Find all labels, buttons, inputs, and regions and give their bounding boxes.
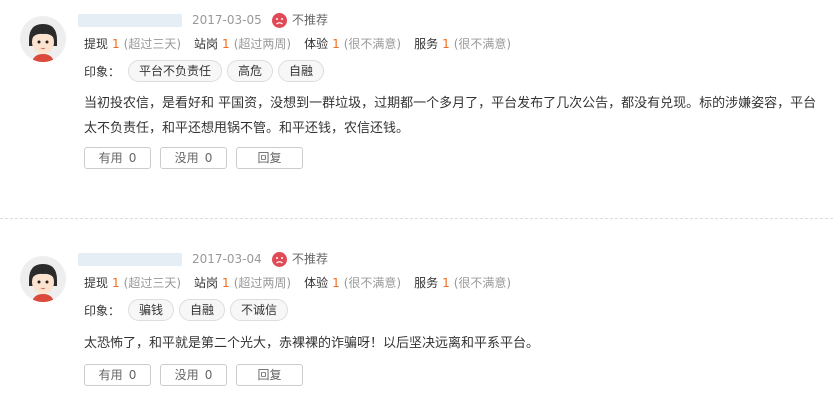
reply-button[interactable]: 回复 xyxy=(236,147,303,169)
review-date: 2017-03-05 xyxy=(192,13,262,27)
useful-label: 有用 xyxy=(98,151,123,165)
recommend-status: 不推荐 xyxy=(272,251,328,267)
rating-desc: (很不满意) xyxy=(453,276,512,290)
review-date: 2017-03-04 xyxy=(192,252,262,266)
useless-count: 0 xyxy=(204,151,213,165)
recommend-label: 不推荐 xyxy=(292,252,329,266)
sad-face-icon xyxy=(272,12,287,28)
recommend-status: 不推荐 xyxy=(272,12,328,28)
rating-name: 提现 xyxy=(84,276,109,290)
rating-experience: 体验 1 (很不满意) xyxy=(304,275,401,291)
impression-tag[interactable]: 骗钱 xyxy=(128,299,175,321)
rating-score: 1 xyxy=(112,276,120,290)
useful-count: 0 xyxy=(128,151,137,165)
sad-face-icon xyxy=(272,251,287,267)
rating-desc: (超过三天) xyxy=(123,37,182,51)
impression-tag[interactable]: 不诚信 xyxy=(230,299,289,321)
impression-tag[interactable]: 平台不负责任 xyxy=(128,60,223,82)
rating-name: 站岗 xyxy=(194,37,219,51)
rating-score: 1 xyxy=(222,276,230,290)
recommend-label: 不推荐 xyxy=(292,13,329,27)
impression-tag[interactable]: 高危 xyxy=(227,60,274,82)
rating-experience: 体验 1 (很不满意) xyxy=(304,36,401,52)
useful-label: 有用 xyxy=(98,368,123,382)
ratings-row: 提现 1 (超过三天) 站岗 1 (超过两周) 体验 1 (很不满意) 服务 1 (很不满意) xyxy=(84,36,524,52)
rating-desc: (超过三天) xyxy=(123,276,182,290)
ratings-row: 提现 1 (超过三天) 站岗 1 (超过两周) 体验 1 (很不满意) 服务 1 (很不满意) xyxy=(84,275,524,291)
review-content: 太恐怖了，和平就是第二个光大，赤裸裸的诈骗呀！以后坚决远离和平系平台。 xyxy=(84,336,540,351)
review-content: 当初投农信，是看好和 平国资，没想到一群垃圾，过期都一个多月了，平台发布了几次公… xyxy=(84,96,817,136)
rating-score: 1 xyxy=(112,37,120,51)
useless-label: 没用 xyxy=(174,151,199,165)
useless-button[interactable]: 没用 0 xyxy=(160,364,227,386)
rating-withdraw: 提现 1 (超过三天) xyxy=(84,275,181,291)
divider xyxy=(0,218,833,219)
tags-label: 印象： xyxy=(84,303,121,318)
rating-name: 提现 xyxy=(84,37,109,51)
rating-desc: (很不满意) xyxy=(343,37,402,51)
rating-score: 1 xyxy=(222,37,230,51)
review-actions: 有用 0 没用 0 回复 xyxy=(84,364,312,386)
impression-tag[interactable]: 自融 xyxy=(278,60,325,82)
rating-service: 服务 1 (很不满意) xyxy=(414,275,511,291)
rating-name: 体验 xyxy=(304,37,329,51)
useless-button[interactable]: 没用 0 xyxy=(160,147,227,169)
impression-tag[interactable]: 自融 xyxy=(179,299,226,321)
rating-name: 体验 xyxy=(304,276,329,290)
rating-desc: (很不满意) xyxy=(343,276,402,290)
avatar-cartoon-icon xyxy=(20,16,66,62)
avatar[interactable] xyxy=(20,256,66,302)
rating-name: 服务 xyxy=(414,37,439,51)
impression-tags: 印象： 平台不负责任 高危 自融 xyxy=(84,60,329,82)
rating-score: 1 xyxy=(442,276,450,290)
useless-label: 没用 xyxy=(174,368,199,382)
username-masked[interactable] xyxy=(78,253,182,266)
rating-withdraw: 提现 1 (超过三天) xyxy=(84,36,181,52)
tags-label: 印象： xyxy=(84,64,121,79)
review-actions: 有用 0 没用 0 回复 xyxy=(84,147,312,169)
rating-standby: 站岗 1 (超过两周) xyxy=(194,36,291,52)
rating-score: 1 xyxy=(332,276,340,290)
rating-name: 服务 xyxy=(414,276,439,290)
useful-button[interactable]: 有用 0 xyxy=(84,147,151,169)
rating-score: 1 xyxy=(332,37,340,51)
useless-count: 0 xyxy=(204,368,213,382)
useful-button[interactable]: 有用 0 xyxy=(84,364,151,386)
rating-desc: (很不满意) xyxy=(453,37,512,51)
rating-name: 站岗 xyxy=(194,276,219,290)
rating-score: 1 xyxy=(442,37,450,51)
rating-service: 服务 1 (很不满意) xyxy=(414,36,511,52)
username-masked[interactable] xyxy=(78,14,182,27)
useful-count: 0 xyxy=(128,368,137,382)
rating-standby: 站岗 1 (超过两周) xyxy=(194,275,291,291)
rating-desc: (超过两周) xyxy=(233,276,292,290)
avatar[interactable] xyxy=(20,16,66,62)
impression-tags: 印象： 骗钱 自融 不诚信 xyxy=(84,299,293,321)
rating-desc: (超过两周) xyxy=(233,37,292,51)
avatar-cartoon-icon xyxy=(20,256,66,302)
reply-button[interactable]: 回复 xyxy=(236,364,303,386)
